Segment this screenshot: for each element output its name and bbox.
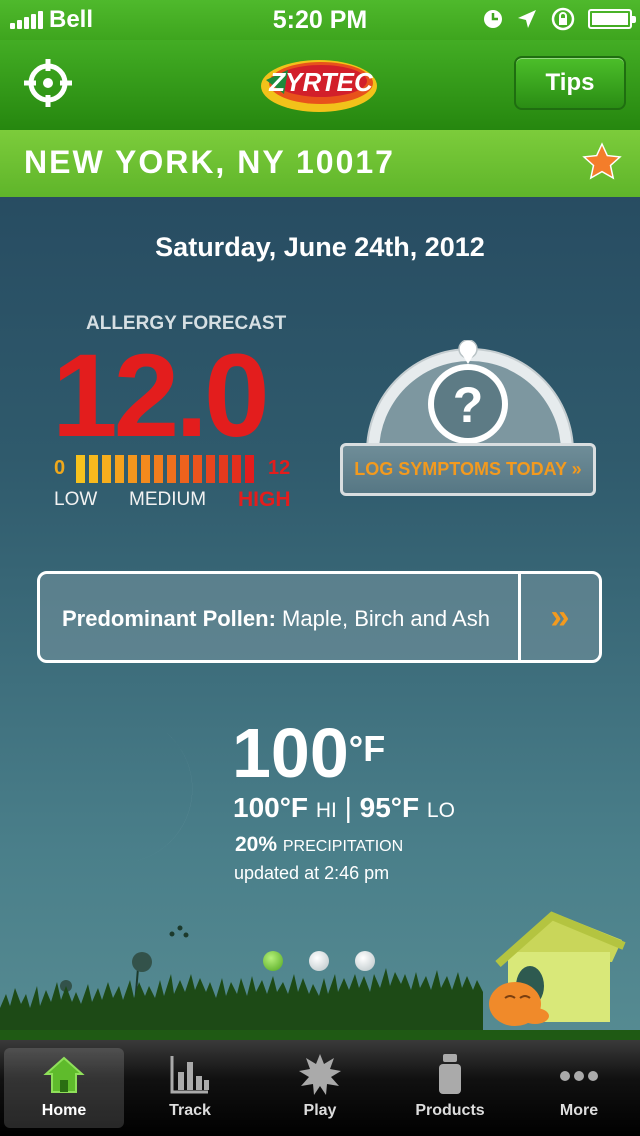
page-dot-1[interactable] xyxy=(263,951,283,971)
svg-text:ZYRTEC: ZYRTEC xyxy=(268,67,374,97)
tab-products[interactable]: Products xyxy=(390,1048,510,1128)
temp-unit: °F xyxy=(348,728,386,769)
home-icon xyxy=(43,1056,85,1093)
precip-label: PRECIPITATION xyxy=(282,838,404,855)
bar-chart-icon xyxy=(170,1056,209,1094)
forecast-date: Saturday, June 24th, 2012 xyxy=(155,232,485,262)
tab-home-label: Home xyxy=(41,1102,87,1119)
hi-lo: 100°F HI | 95°F LO xyxy=(233,792,455,823)
tips-button[interactable]: Tips xyxy=(514,56,626,110)
level-low: LOW xyxy=(54,489,98,510)
lo-value: 95°F xyxy=(359,792,420,823)
log-symptoms-dial[interactable]: ? xyxy=(365,340,575,452)
location-bar[interactable]: NEW YORK, NY 10017 xyxy=(0,130,640,197)
tab-more-label: More xyxy=(559,1102,599,1119)
level-medium: MEDIUM xyxy=(129,489,207,510)
app-header: ZYRTEC Tips xyxy=(0,40,640,130)
tab-track-label: Track xyxy=(169,1102,211,1119)
temp-value: 100 xyxy=(232,714,349,792)
hi-value: 100°F xyxy=(233,792,309,823)
hi-label: HI xyxy=(315,799,337,822)
tab-more[interactable]: More xyxy=(519,1048,639,1128)
location-arrow-icon xyxy=(518,10,536,28)
page-indicator xyxy=(263,951,375,971)
zyrtec-logo: ZYRTEC xyxy=(261,60,377,112)
predominant-pollen-panel[interactable]: Predominant Pollen: Maple, Birch and Ash… xyxy=(37,571,602,663)
precipitation: 20% PRECIPITATION xyxy=(235,833,403,857)
tab-track[interactable]: Track xyxy=(130,1048,250,1128)
pollen-value: Maple, Birch and Ash xyxy=(282,606,490,631)
page-dot-2[interactable] xyxy=(309,951,329,971)
status-icons xyxy=(482,6,636,32)
pollen-label: Predominant Pollen: xyxy=(62,606,276,631)
battery-icon xyxy=(588,9,636,29)
locate-icon[interactable] xyxy=(22,57,74,109)
allergy-forecast-value: 12.0 xyxy=(52,330,270,462)
question-icon: ? xyxy=(453,377,484,433)
more-dots-icon xyxy=(560,1071,598,1081)
updated-time: updated at 2:46 pm xyxy=(234,863,390,883)
pollen-arrow-button[interactable]: » xyxy=(521,574,599,660)
grass-scene xyxy=(0,911,640,1045)
scale-max: 12 xyxy=(268,457,291,479)
splat-icon xyxy=(299,1054,341,1095)
doghouse-icon xyxy=(489,911,626,1026)
forecast-scale: 0 12 xyxy=(54,455,304,485)
page-dot-3[interactable] xyxy=(355,951,375,971)
status-bar: Bell 5:20 PM xyxy=(0,0,640,40)
scale-min: 0 xyxy=(54,457,66,479)
favorite-star-icon[interactable] xyxy=(582,142,622,182)
moon-icon xyxy=(82,724,193,864)
tab-play[interactable]: Play xyxy=(260,1048,380,1128)
precip-value: 20% xyxy=(235,833,278,856)
tab-home[interactable]: Home xyxy=(4,1048,124,1128)
clock-icon xyxy=(484,10,502,28)
tab-play-label: Play xyxy=(303,1102,337,1119)
log-symptoms-button[interactable]: LOG SYMPTOMS TODAY » xyxy=(340,443,596,496)
current-temperature: 100°F xyxy=(232,715,385,791)
lo-label: LO xyxy=(426,799,455,822)
level-high: HIGH xyxy=(238,488,291,511)
location-city: NEW YORK, NY 10017 xyxy=(24,144,395,180)
tab-products-label: Products xyxy=(415,1102,485,1119)
bottle-icon xyxy=(439,1054,461,1094)
pollen-text: Predominant Pollen: Maple, Birch and Ash xyxy=(62,606,490,632)
scale-segments xyxy=(76,455,254,483)
tab-bar: Home Track Play Products More xyxy=(0,1040,640,1136)
rotation-lock-icon xyxy=(551,7,575,31)
